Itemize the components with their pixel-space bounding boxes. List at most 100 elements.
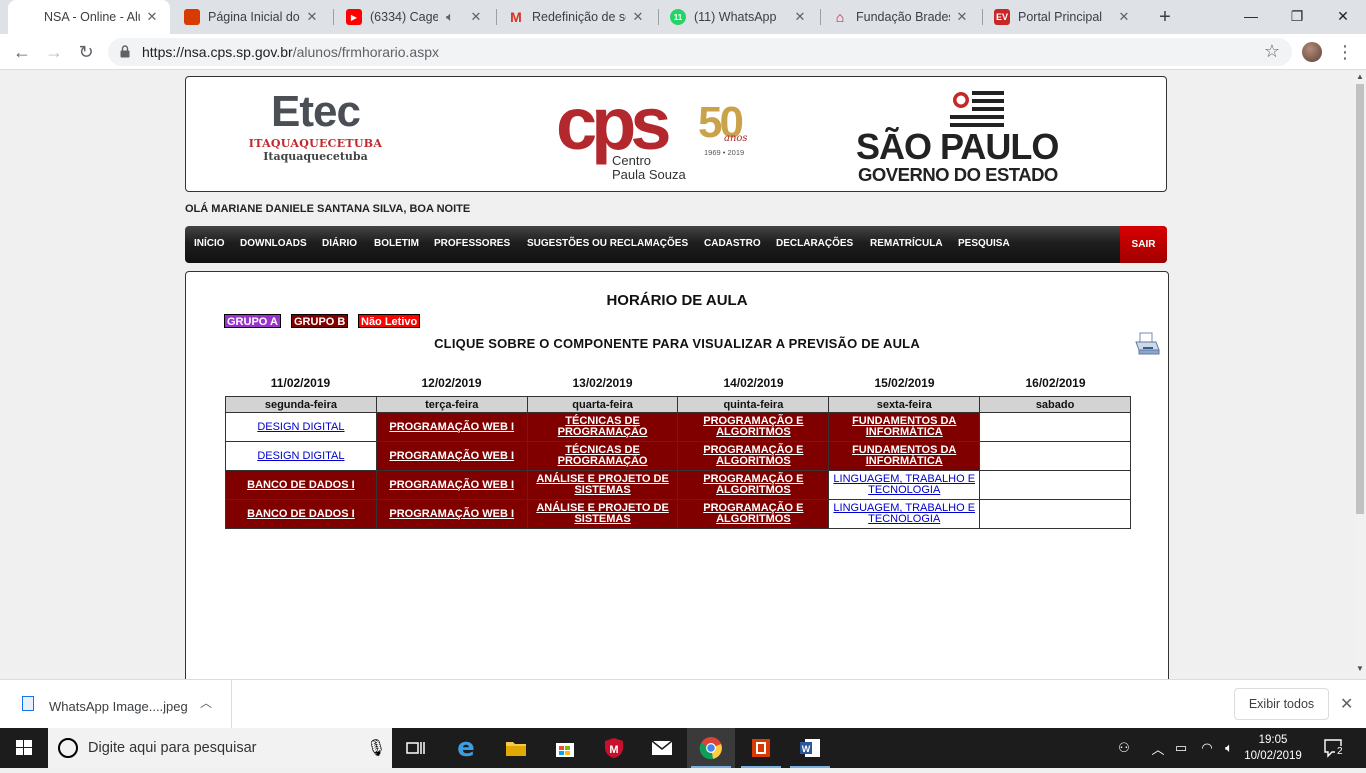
nav-item-pesquisa[interactable]: PESQUISA — [958, 238, 1010, 249]
class-link[interactable]: PROGRAMAÇÃO E ALGORITMOS — [703, 444, 803, 467]
tab-gmail[interactable]: M Redefinição de sen ✕ — [496, 0, 656, 34]
tab-youtube[interactable]: ▶ (6334) Cage th 🔈︎ ✕ — [334, 0, 494, 34]
class-link[interactable]: PROGRAMAÇÃO E ALGORITMOS — [703, 473, 803, 496]
class-link[interactable]: ANÁLISE E PROJETO DE SISTEMAS — [536, 473, 668, 496]
legend-grupo-a: GRUPO A — [224, 314, 281, 328]
notifications-icon[interactable]: 2 — [1320, 736, 1348, 760]
tab-nsa-online[interactable]: NSA - Online - Alu ✕ — [8, 0, 170, 34]
nav-item-boletim[interactable]: BOLETIM — [374, 238, 419, 249]
nav-item-cadastro[interactable]: CADASTRO — [704, 238, 761, 249]
profile-avatar[interactable] — [1302, 42, 1322, 62]
etec-logo-title: Etec — [271, 87, 361, 136]
class-link[interactable]: LINGUAGEM, TRABALHO E TECNOLOGIA — [833, 473, 975, 496]
page-scrollbar[interactable]: ▲ ▼ — [1354, 70, 1366, 679]
nav-item-declaracoes[interactable]: DECLARAÇÕES — [776, 238, 853, 249]
class-link[interactable]: PROGRAMAÇÃO E ALGORITMOS — [703, 415, 803, 438]
class-cell: FUNDAMENTOS DA INFORMÁTICA — [828, 441, 981, 471]
file-explorer-icon[interactable] — [492, 728, 540, 768]
task-view-icon[interactable] — [392, 728, 440, 768]
audio-playing-icon[interactable]: 🔈︎ — [442, 9, 458, 25]
windows-taskbar: Digite aqui para pesquisar 🎙︎ e M W ⚇ ︿ … — [0, 728, 1366, 768]
mcafee-icon[interactable]: M — [590, 728, 638, 768]
class-cell: BANCO DE DADOS I — [225, 470, 377, 500]
scrollbar-thumb[interactable] — [1356, 84, 1364, 514]
nav-item-sugestoes[interactable]: SUGESTÕES OU RECLAMAÇÕES — [527, 238, 688, 249]
tab-whatsapp[interactable]: 11 (11) WhatsApp ✕ — [658, 0, 818, 34]
close-tab-icon[interactable]: ✕ — [1116, 9, 1132, 25]
word-icon[interactable]: W — [786, 728, 834, 768]
browser-menu-icon[interactable]: ⋮ — [1336, 40, 1354, 64]
reload-icon[interactable]: ↻ — [72, 38, 100, 66]
office-app-icon[interactable] — [737, 728, 785, 768]
class-cell: TÉCNICAS DE PROGRAMAÇÃO — [526, 441, 679, 471]
class-link[interactable]: BANCO DE DADOS I — [247, 508, 355, 520]
tab-office[interactable]: Página Inicial do M ✕ — [172, 0, 330, 34]
nav-item-rematricula[interactable]: REMATRÍCULA — [870, 238, 943, 249]
printer-icon[interactable] — [1134, 332, 1160, 356]
bookmark-star-icon[interactable]: ☆ — [1264, 41, 1280, 62]
close-download-bar-icon[interactable]: ✕ — [1340, 694, 1353, 714]
nsa-favicon-icon — [20, 9, 36, 25]
minimize-icon[interactable]: — — [1228, 0, 1274, 32]
forward-icon[interactable]: → — [40, 38, 68, 66]
weekday-header: sabado — [979, 396, 1131, 413]
logout-button[interactable]: SAIR — [1120, 226, 1167, 263]
taskbar-search[interactable]: Digite aqui para pesquisar 🎙︎ — [48, 728, 392, 768]
class-link[interactable]: DESIGN DIGITAL — [257, 421, 344, 433]
class-link[interactable]: ANÁLISE E PROJETO DE SISTEMAS — [536, 502, 668, 525]
close-tab-icon[interactable]: ✕ — [468, 9, 484, 25]
tab-title: Redefinição de sen — [532, 10, 626, 24]
date-header: 13/02/2019 — [572, 376, 633, 390]
tab-portal-principal[interactable]: EV Portal Principal ✕ — [982, 0, 1142, 34]
class-link[interactable]: FUNDAMENTOS DA INFORMÁTICA — [852, 415, 956, 438]
class-cell: PROGRAMAÇÃO E ALGORITMOS — [677, 470, 830, 500]
nav-item-diario[interactable]: DIÁRIO — [322, 238, 357, 249]
download-item[interactable]: WhatsApp Image....jpeg ︿ — [0, 680, 232, 728]
class-cell: PROGRAMAÇÃO WEB I — [375, 441, 528, 471]
tab-title: NSA - Online - Alu — [44, 10, 140, 24]
close-tab-icon[interactable]: ✕ — [144, 9, 160, 25]
class-link[interactable]: PROGRAMAÇÃO E ALGORITMOS — [703, 502, 803, 525]
nav-item-inicio[interactable]: INÍCIO — [194, 238, 225, 249]
class-link[interactable]: PROGRAMAÇÃO WEB I — [389, 421, 514, 433]
store-icon[interactable] — [541, 728, 589, 768]
address-bar[interactable]: https://nsa.cps.sp.gov.br/alunos/frmhora… — [108, 38, 1292, 66]
show-all-downloads-button[interactable]: Exibir todos — [1234, 688, 1329, 720]
close-tab-icon[interactable]: ✕ — [630, 9, 646, 25]
people-icon[interactable]: ⚇ — [1112, 728, 1136, 768]
class-link[interactable]: FUNDAMENTOS DA INFORMÁTICA — [852, 444, 956, 467]
close-tab-icon[interactable]: ✕ — [954, 9, 970, 25]
new-tab-icon[interactable]: + — [1153, 5, 1177, 29]
system-clock[interactable]: 19:05 10/02/2019 — [1236, 732, 1310, 764]
class-link[interactable]: DESIGN DIGITAL — [257, 450, 344, 462]
wifi-icon[interactable]: ◠ — [1196, 728, 1218, 768]
class-link[interactable]: TÉCNICAS DE PROGRAMAÇÃO — [558, 444, 648, 467]
class-link[interactable]: TÉCNICAS DE PROGRAMAÇÃO — [558, 415, 648, 438]
close-tab-icon[interactable]: ✕ — [304, 9, 320, 25]
close-tab-icon[interactable]: ✕ — [792, 9, 808, 25]
class-cell: LINGUAGEM, TRABALHO E TECNOLOGIA — [828, 499, 981, 529]
edge-icon[interactable]: e — [442, 728, 490, 768]
chevron-up-tray-icon[interactable]: ︿ — [1148, 728, 1168, 768]
tab-bradesco[interactable]: ⌂ Fundação Bradesc ✕ — [820, 0, 980, 34]
back-icon[interactable]: ← — [8, 38, 36, 66]
microphone-icon[interactable]: 🎙︎ — [366, 738, 386, 758]
nav-item-downloads[interactable]: DOWNLOADS — [240, 238, 307, 249]
class-link[interactable]: LINGUAGEM, TRABALHO E TECNOLOGIA — [833, 502, 975, 525]
download-filename: WhatsApp Image....jpeg — [49, 699, 188, 714]
taskbar-search-placeholder: Digite aqui para pesquisar — [88, 740, 257, 756]
class-link[interactable]: PROGRAMAÇÃO WEB I — [389, 450, 514, 462]
class-link[interactable]: PROGRAMAÇÃO WEB I — [389, 479, 514, 491]
chevron-up-icon[interactable]: ︿ — [200, 694, 212, 711]
close-window-icon[interactable]: ✕ — [1320, 0, 1366, 32]
windows-start-button[interactable] — [0, 728, 48, 768]
scroll-down-icon[interactable]: ▼ — [1356, 664, 1364, 673]
scroll-up-icon[interactable]: ▲ — [1356, 72, 1364, 81]
battery-icon[interactable]: ▭ — [1170, 728, 1192, 768]
class-link[interactable]: PROGRAMAÇÃO WEB I — [389, 508, 514, 520]
nav-item-professores[interactable]: PROFESSORES — [434, 238, 510, 249]
chrome-icon[interactable] — [687, 728, 735, 768]
class-link[interactable]: BANCO DE DADOS I — [247, 479, 355, 491]
mail-icon[interactable] — [638, 728, 686, 768]
restore-icon[interactable]: ❐ — [1274, 0, 1320, 32]
